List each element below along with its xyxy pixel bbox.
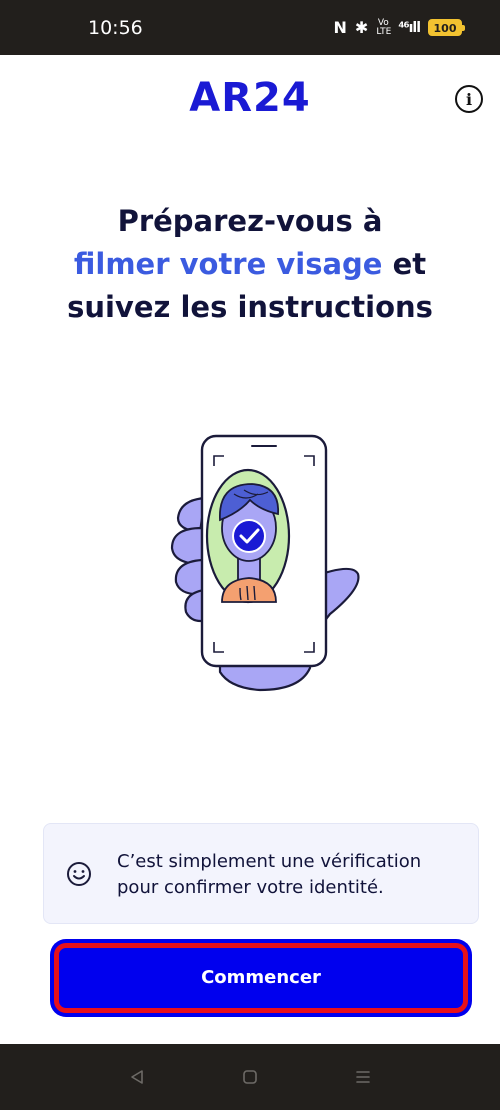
status-time: 10:56 — [88, 16, 143, 39]
signal-icon: ⁴⁶ıll — [398, 19, 421, 36]
cta-container: Commencer — [43, 929, 479, 1026]
info-message: C’est simplement une vérification pour c… — [117, 851, 422, 898]
info-icon[interactable]: i — [455, 85, 483, 113]
title-connector: et — [382, 247, 427, 281]
title-line-2: filmer votre visage et — [0, 243, 500, 286]
system-nav-bar — [0, 1044, 500, 1110]
app-header: AR24 i — [0, 55, 500, 145]
battery-icon: 100 — [428, 19, 465, 36]
home-square-icon[interactable] — [230, 1057, 270, 1097]
menu-lines-icon[interactable] — [343, 1057, 383, 1097]
nfc-icon: N — [333, 18, 347, 37]
title-highlight: filmer votre visage — [73, 247, 383, 281]
volte-label: Vo LTE — [376, 17, 392, 37]
start-button[interactable]: Commencer — [54, 942, 468, 1013]
page-title: Préparez-vous à filmer votre visage et s… — [0, 200, 500, 329]
back-triangle-icon[interactable] — [117, 1057, 157, 1097]
info-card: C’est simplement une vérification pour c… — [43, 823, 479, 924]
smile-icon — [67, 862, 91, 886]
hand-holding-phone-face-scan-illustration — [160, 428, 360, 703]
title-line-1: Préparez-vous à — [117, 204, 383, 238]
status-icons: N ✱ Vo LTE ⁴⁶ıll 100 — [333, 17, 465, 37]
status-bar: 10:56 N ✱ Vo LTE ⁴⁶ıll 100 — [0, 0, 500, 55]
title-line-3: suivez les instructions — [67, 290, 433, 324]
bluetooth-icon: ✱ — [354, 18, 369, 37]
ar24-logo: AR24 — [189, 75, 311, 121]
